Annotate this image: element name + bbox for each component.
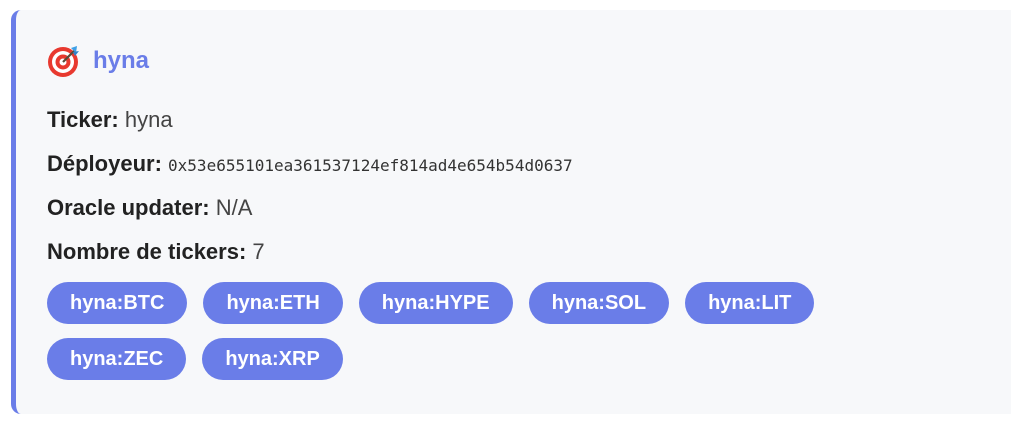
ticker-tag-btc[interactable]: hyna:BTC xyxy=(47,282,188,324)
oracle-updater-row: Oracle updater: N/A xyxy=(47,194,1011,222)
target-dart-icon xyxy=(47,44,81,78)
ticker-label: Ticker: xyxy=(47,107,125,132)
ticker-tag-zec[interactable]: hyna:ZEC xyxy=(47,338,187,380)
oracle-updater-value: N/A xyxy=(215,195,253,220)
deployer-address: 0x53e655101ea361537124ef814ad4e654b54d06… xyxy=(168,156,573,175)
ticker-row: Ticker: hyna xyxy=(47,106,1011,134)
ticker-tag-xrp[interactable]: hyna:XRP xyxy=(202,338,343,380)
ticker-value: hyna xyxy=(124,107,173,132)
deployer-row: Déployeur: 0x53e655101ea361537124ef814ad… xyxy=(47,150,1011,178)
card-title: hyna xyxy=(93,47,150,74)
card-header: hyna xyxy=(47,44,1011,78)
ticker-tag-sol[interactable]: hyna:SOL xyxy=(528,282,670,324)
ticker-count-row: Nombre de tickers: 7 xyxy=(47,238,1011,266)
ticker-tag-list: hyna:BTC hyna:ETH hyna:HYPE hyna:SOL hyn… xyxy=(47,282,967,394)
ticker-count-value: 7 xyxy=(252,239,265,264)
info-list: Ticker: hyna Déployeur: 0x53e655101ea361… xyxy=(47,106,1011,266)
ticker-tag-eth[interactable]: hyna:ETH xyxy=(203,282,343,324)
ticker-tag-lit[interactable]: hyna:LIT xyxy=(685,282,815,324)
deployer-label: Déployeur: xyxy=(47,151,169,176)
ticker-count-label: Nombre de tickers: xyxy=(47,239,253,264)
deployer-card: hyna Ticker: hyna Déployeur: 0x53e655101… xyxy=(11,10,1011,414)
oracle-updater-label: Oracle updater: xyxy=(47,195,216,220)
ticker-tag-hype[interactable]: hyna:HYPE xyxy=(358,282,513,324)
